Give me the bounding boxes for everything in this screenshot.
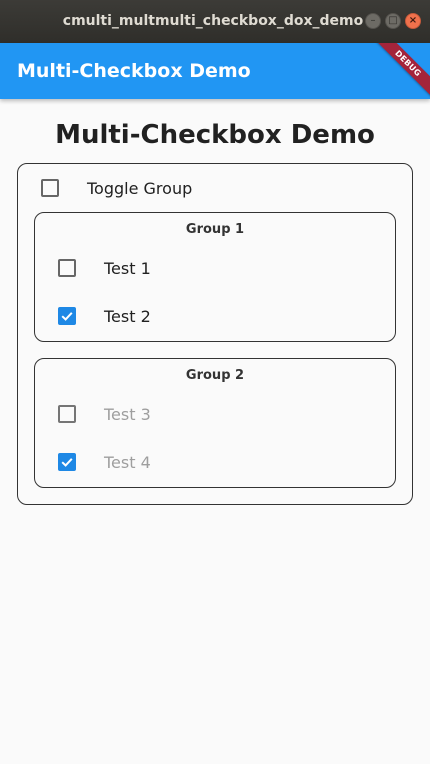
app-bar-title: Multi-Checkbox Demo bbox=[17, 60, 251, 82]
test-1-checkbox[interactable] bbox=[58, 259, 76, 277]
list-item[interactable]: Test 4 bbox=[58, 450, 151, 474]
window-title: cmulti_multmulti_checkbox_dox_demo bbox=[62, 13, 364, 29]
test-2-label: Test 2 bbox=[104, 306, 151, 326]
maximize-button[interactable]: □ bbox=[385, 13, 401, 29]
window-titlebar: cmulti_multmulti_checkbox_dox_demo – □ × bbox=[0, 0, 430, 43]
group-2-box: Group 2 Test 3 Test 4 bbox=[34, 358, 396, 488]
minimize-button[interactable]: – bbox=[365, 13, 381, 29]
toggle-group-row[interactable]: Toggle Group bbox=[41, 176, 192, 200]
app-bar: Multi-Checkbox Demo DEBUG bbox=[0, 43, 430, 99]
toggle-group-label: Toggle Group bbox=[87, 178, 193, 198]
group-1-title: Group 1 bbox=[185, 222, 245, 237]
test-4-label: Test 4 bbox=[104, 452, 151, 472]
test-3-label: Test 3 bbox=[104, 404, 151, 424]
check-icon bbox=[61, 458, 73, 467]
group-1-box: Group 1 Test 1 Test 2 bbox=[34, 212, 396, 342]
test-2-checkbox[interactable] bbox=[58, 307, 76, 325]
list-item[interactable]: Test 1 bbox=[58, 256, 151, 280]
close-button[interactable]: × bbox=[405, 13, 421, 29]
page-heading: Multi-Checkbox Demo bbox=[55, 120, 375, 150]
toggle-group-checkbox[interactable] bbox=[41, 179, 59, 197]
check-icon bbox=[61, 312, 73, 321]
test-3-checkbox[interactable] bbox=[58, 405, 76, 423]
debug-banner: DEBUG bbox=[372, 43, 430, 99]
test-1-label: Test 1 bbox=[104, 258, 151, 278]
test-4-checkbox[interactable] bbox=[58, 453, 76, 471]
checkbox-panel: Toggle Group Group 1 Test 1 Test 2 Group… bbox=[17, 163, 413, 505]
group-2-title: Group 2 bbox=[185, 368, 245, 383]
list-item[interactable]: Test 3 bbox=[58, 402, 151, 426]
list-item[interactable]: Test 2 bbox=[58, 304, 151, 328]
